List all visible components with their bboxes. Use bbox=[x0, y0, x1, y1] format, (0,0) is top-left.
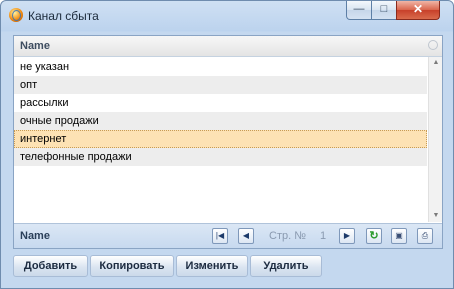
column-options-icon[interactable] bbox=[428, 40, 438, 50]
grid-rows: не указан опт рассылки очные продажи инт… bbox=[14, 58, 427, 166]
page-number[interactable]: 1 bbox=[320, 230, 326, 242]
refresh-icon[interactable]: ↻ bbox=[366, 228, 382, 244]
edit-button[interactable]: Изменить bbox=[176, 255, 248, 277]
footer-label: Name bbox=[20, 230, 50, 242]
add-button[interactable]: Добавить bbox=[13, 255, 88, 277]
print-icon[interactable]: ⎙ bbox=[417, 228, 433, 244]
title-bar[interactable]: Канал сбыта — □ ✕ bbox=[1, 1, 453, 29]
data-grid: Name не указан опт рассылки очные продаж… bbox=[13, 35, 443, 249]
pager-bar: Name |◀ ◀ Стр. № 1 ▶ ↻ ▣ ⎙ bbox=[14, 223, 442, 248]
delete-button[interactable]: Удалить bbox=[250, 255, 322, 277]
maximize-button[interactable]: □ bbox=[371, 1, 397, 20]
window-title: Канал сбыта bbox=[28, 9, 99, 23]
column-header-name[interactable]: Name bbox=[20, 40, 50, 52]
dialog-window: Канал сбыта — □ ✕ Name не указан опт рас… bbox=[0, 0, 454, 289]
close-button[interactable]: ✕ bbox=[396, 1, 440, 20]
next-page-icon[interactable]: ▶ bbox=[339, 228, 355, 244]
grid-header[interactable]: Name bbox=[14, 36, 442, 57]
minimize-button[interactable]: — bbox=[346, 1, 372, 20]
table-row[interactable]: очные продажи bbox=[14, 112, 427, 130]
page-label: Стр. № bbox=[269, 230, 307, 242]
prev-page-icon[interactable]: ◀ bbox=[238, 228, 254, 244]
table-row[interactable]: телефонные продажи bbox=[14, 148, 427, 166]
app-globe-icon bbox=[9, 8, 23, 22]
first-page-icon[interactable]: |◀ bbox=[212, 228, 228, 244]
vertical-scrollbar[interactable]: ▲ ▼ bbox=[428, 57, 442, 222]
scroll-up-icon[interactable]: ▲ bbox=[431, 58, 441, 68]
table-row-selected[interactable]: интернет bbox=[14, 130, 427, 148]
table-row[interactable]: рассылки bbox=[14, 94, 427, 112]
save-icon[interactable]: ▣ bbox=[391, 228, 407, 244]
scroll-down-icon[interactable]: ▼ bbox=[431, 211, 441, 221]
table-row[interactable]: опт bbox=[14, 76, 427, 94]
copy-button[interactable]: Копировать bbox=[90, 255, 174, 277]
table-row[interactable]: не указан bbox=[14, 58, 427, 76]
